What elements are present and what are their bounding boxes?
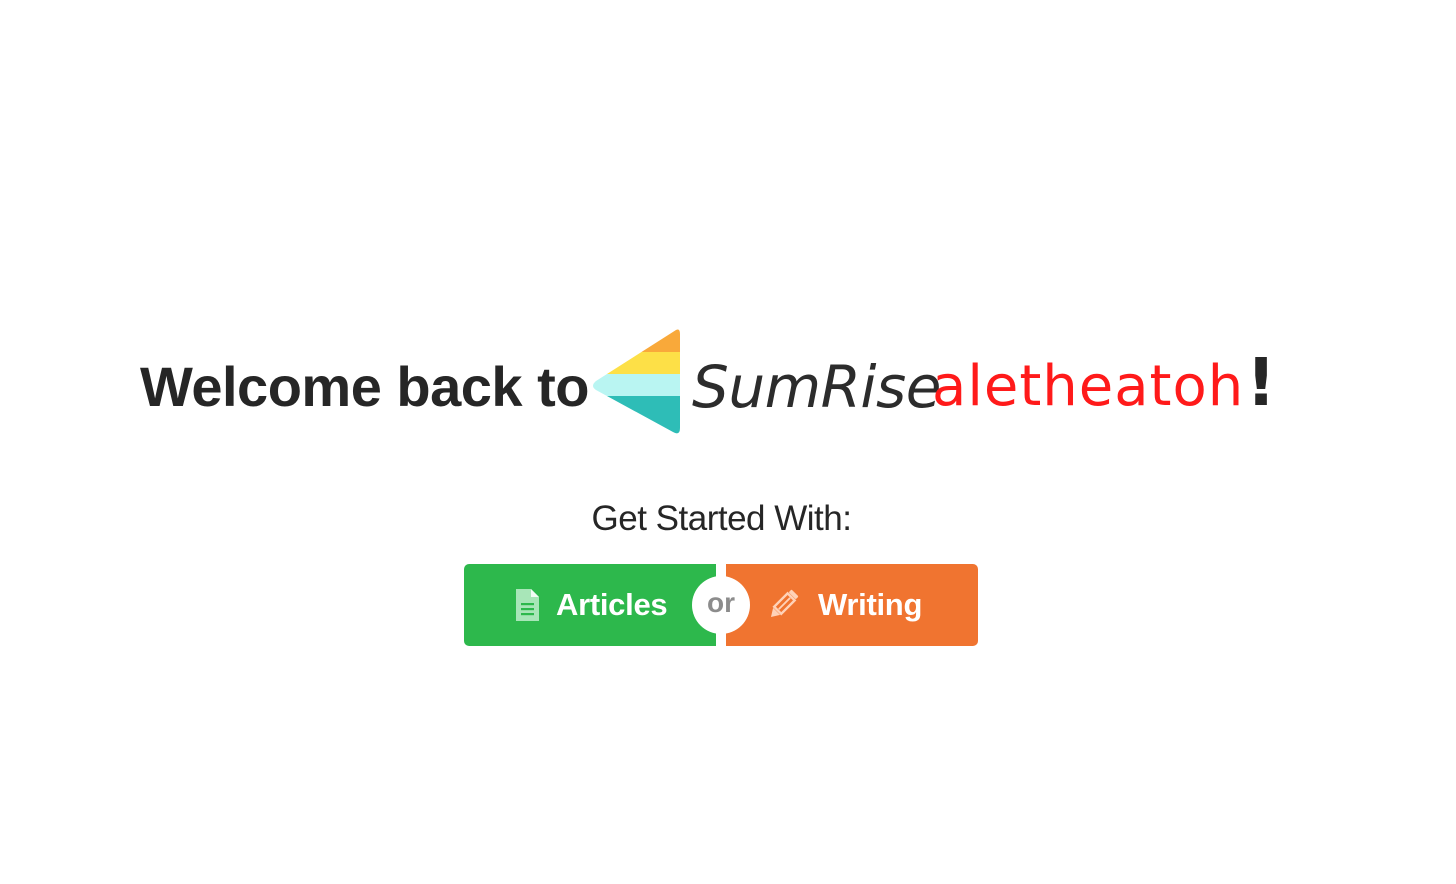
exclamation-mark: ! (1246, 344, 1277, 421)
document-icon (516, 589, 539, 621)
articles-button[interactable]: Articles (464, 564, 716, 646)
welcome-page: Welcome back to SumRise aletheatoh ! Get… (0, 0, 1456, 884)
welcome-prefix: Welcome back to (140, 355, 589, 418)
get-started-button-group: Articles or Writing (464, 564, 978, 646)
writing-label: Writing (818, 587, 923, 622)
username: aletheatoh (932, 354, 1245, 419)
welcome-heading: Welcome back to SumRise aletheatoh ! (0, 320, 1456, 436)
articles-label: Articles (556, 587, 668, 622)
pencil-icon (770, 589, 799, 618)
sumrise-logo-icon (593, 329, 680, 434)
get-started-title: Get Started With: (591, 499, 852, 538)
writing-button[interactable]: Writing (726, 564, 978, 646)
brand-name: SumRise (692, 353, 941, 421)
or-separator: or (692, 576, 750, 634)
